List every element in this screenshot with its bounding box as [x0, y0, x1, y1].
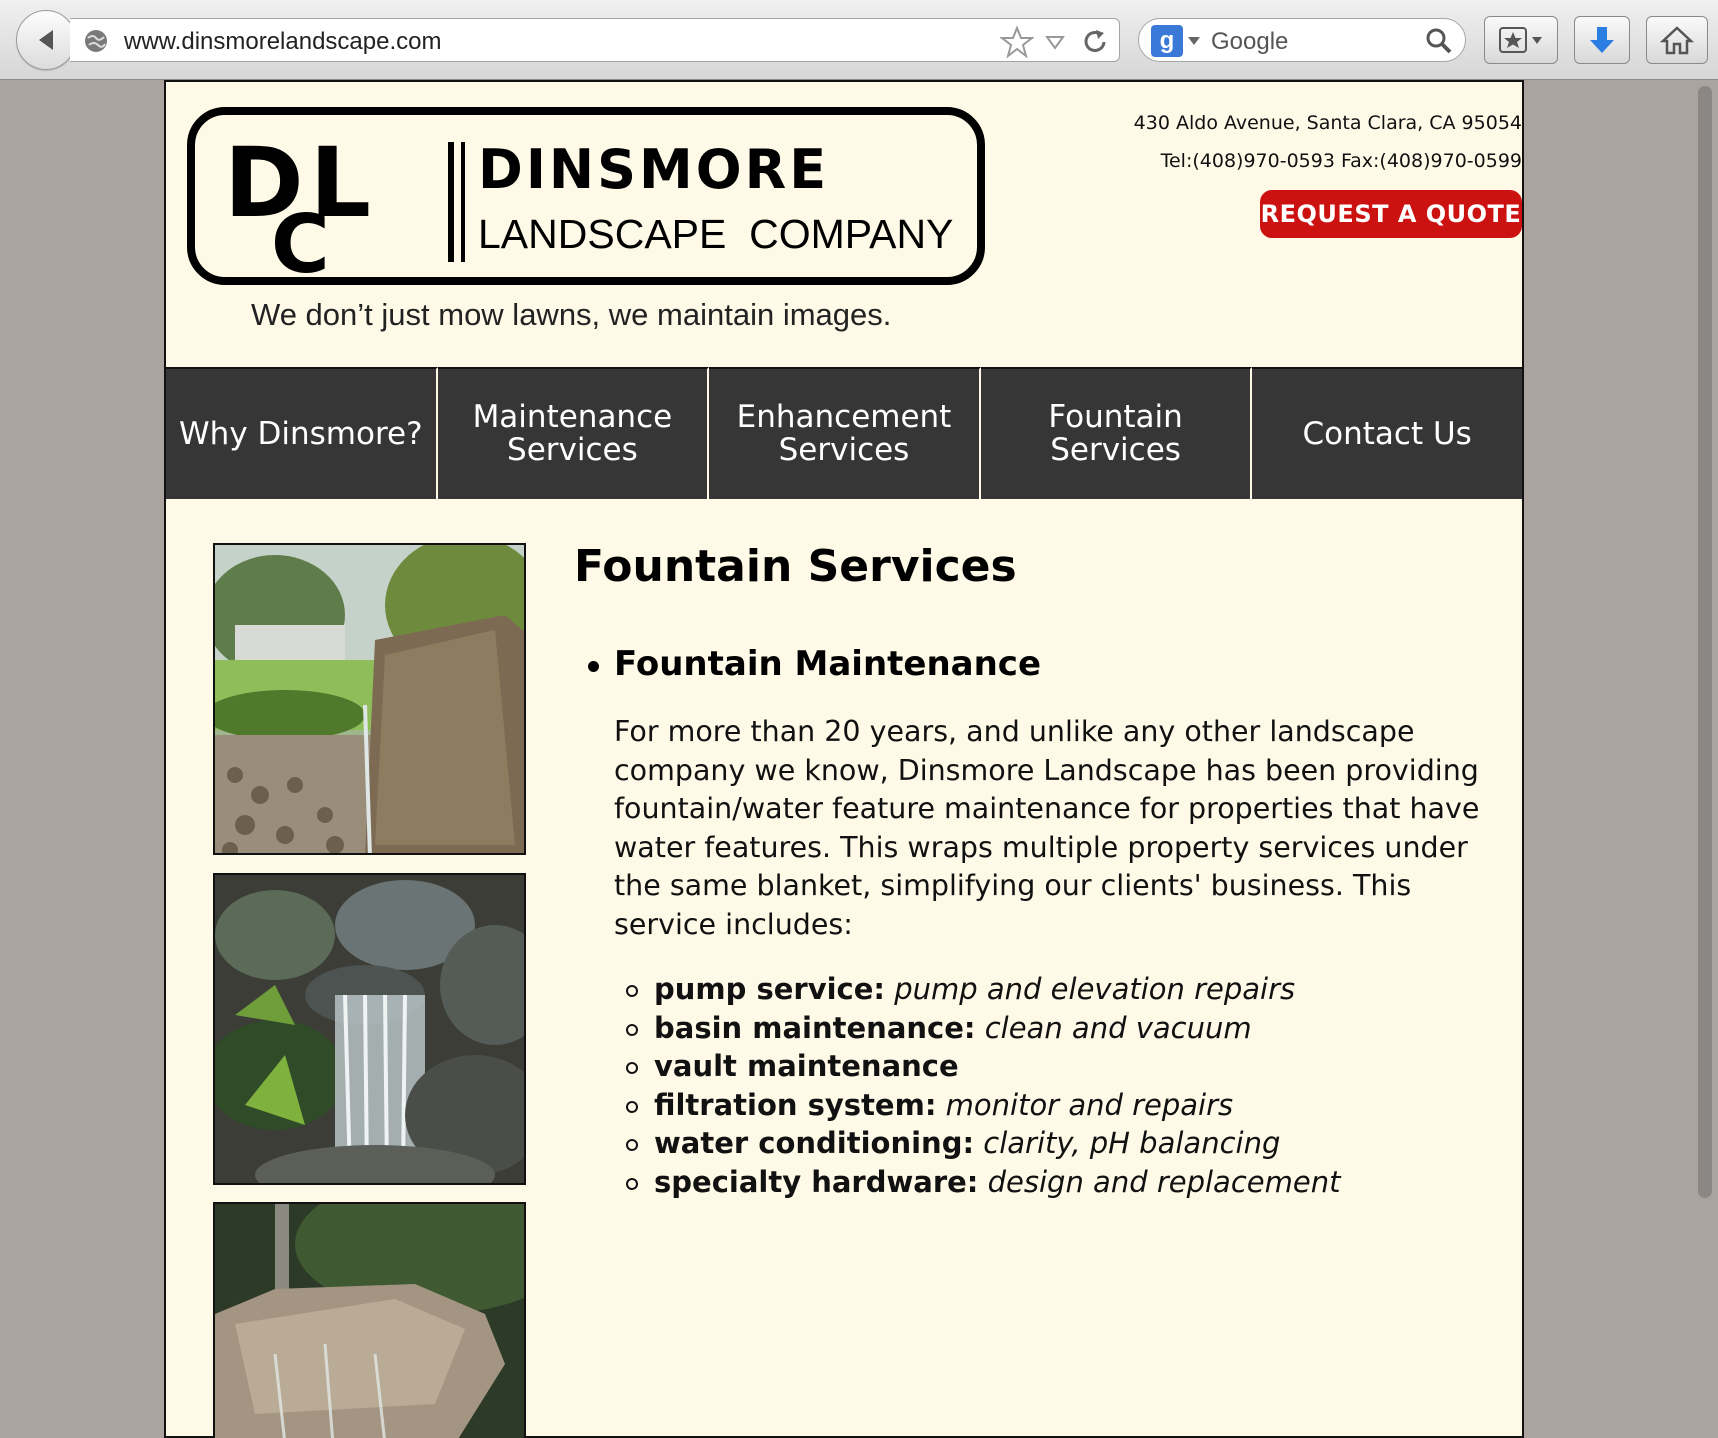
list-item: specialty hardware: design and replaceme…: [614, 1163, 1494, 1202]
fountain-maintenance-section: Fountain Maintenance For more than 20 ye…: [574, 641, 1494, 1201]
web-page: DL C DINSMORE LANDSCAPE COMPANY We don’t…: [164, 80, 1524, 1438]
search-bar[interactable]: g Google: [1138, 18, 1466, 62]
nav-fountain-services[interactable]: Fountain Services: [980, 367, 1253, 499]
service-detail: design and replacement: [987, 1164, 1341, 1199]
address-bar[interactable]: www.dinsmorelandscape.com: [70, 18, 1120, 62]
list-item: filtration system: monitor and repairs: [614, 1086, 1494, 1125]
request-quote-button[interactable]: REQUEST A QUOTE: [1260, 190, 1522, 238]
ring-bullet-icon: [626, 1177, 638, 1190]
bookmarks-star-icon: [1499, 27, 1542, 53]
bullet-icon: [588, 661, 599, 672]
search-engine-dropdown-icon[interactable]: [1187, 35, 1201, 47]
url-text: www.dinsmorelandscape.com: [124, 28, 442, 55]
ring-bullet-icon: [626, 1023, 638, 1036]
service-name: basin maintenance:: [654, 1010, 976, 1045]
scrollbar[interactable]: [1698, 86, 1712, 1198]
nav-enhancement-services[interactable]: Enhancement Services: [709, 367, 981, 499]
ring-bullet-icon: [626, 985, 638, 997]
list-item: water conditioning: clarity, pH balancin…: [614, 1124, 1494, 1163]
ring-bullet-icon: [626, 1062, 638, 1074]
nav-maintenance-services[interactable]: Maintenance Services: [437, 367, 710, 499]
boulder-fountain-photo: [213, 1202, 526, 1438]
search-input[interactable]: Google: [1211, 28, 1288, 56]
service-name: water conditioning:: [654, 1126, 975, 1160]
main-content: Fountain Services Fountain Maintenance F…: [574, 537, 1494, 1201]
service-name: pump service:: [654, 972, 886, 1006]
ring-bullet-icon: [626, 1139, 638, 1151]
contact-info: 430 Aldo Avenue, Santa Clara, CA 95054 T…: [1134, 104, 1522, 180]
section-title: Fountain Maintenance: [614, 644, 1042, 684]
service-name: vault maintenance: [654, 1049, 959, 1083]
section-body: For more than 20 years, and unlike any o…: [614, 715, 1480, 941]
tagline: We don’t just mow lawns, we maintain ima…: [251, 297, 892, 332]
service-name: filtration system:: [654, 1087, 937, 1122]
globe-icon: [85, 30, 107, 52]
home-button[interactable]: [1646, 16, 1708, 64]
home-icon: [1660, 26, 1694, 55]
service-list: pump service: pump and elevation repairs…: [614, 970, 1494, 1201]
nav-why-dinsmore[interactable]: Why Dinsmore?: [166, 367, 438, 499]
service-detail: monitor and repairs: [945, 1087, 1234, 1122]
reload-icon[interactable]: [1080, 27, 1110, 57]
list-item: vault maintenance: [614, 1047, 1494, 1086]
bookmark-star-icon[interactable]: [1000, 25, 1034, 59]
downloads-button[interactable]: [1574, 16, 1630, 64]
logo-name: DINSMORE: [478, 138, 829, 201]
service-detail: clean and vacuum: [984, 1010, 1252, 1045]
nav-contact-us[interactable]: Contact Us: [1252, 367, 1522, 499]
back-button[interactable]: [16, 10, 76, 70]
download-arrow-icon: [1590, 27, 1614, 53]
waterfall-photo: [213, 873, 526, 1185]
service-detail: clarity, pH balancing: [983, 1126, 1281, 1160]
ring-bullet-icon: [626, 1100, 638, 1113]
search-icon[interactable]: [1425, 27, 1453, 55]
site-header: DL C DINSMORE LANDSCAPE COMPANY We don’t…: [166, 82, 1522, 367]
fountain-photo-rock: [213, 543, 526, 855]
browser-toolbar: www.dinsmorelandscape.com g Google: [0, 0, 1718, 80]
logo-sub: LANDSCAPE COMPANY: [478, 211, 953, 257]
list-item: basin maintenance: clean and vacuum: [614, 1009, 1494, 1048]
history-dropdown-icon[interactable]: [1044, 31, 1066, 53]
service-detail: pump and elevation repairs: [894, 972, 1296, 1006]
list-item: pump service: pump and elevation repairs: [614, 970, 1494, 1009]
back-arrow-icon: [39, 30, 53, 50]
service-name: specialty hardware:: [654, 1164, 979, 1199]
address: 430 Aldo Avenue, Santa Clara, CA 95054: [1133, 112, 1522, 134]
phone-fax: Tel:(408)970-0593 Fax:(408)970-0599: [1160, 150, 1522, 172]
page-title: Fountain Services: [574, 541, 1017, 592]
google-icon[interactable]: g: [1151, 25, 1183, 57]
main-nav: Why Dinsmore? Maintenance Services Enhan…: [166, 367, 1522, 499]
logo-c: C: [271, 198, 330, 291]
bookmarks-button[interactable]: [1484, 16, 1558, 64]
